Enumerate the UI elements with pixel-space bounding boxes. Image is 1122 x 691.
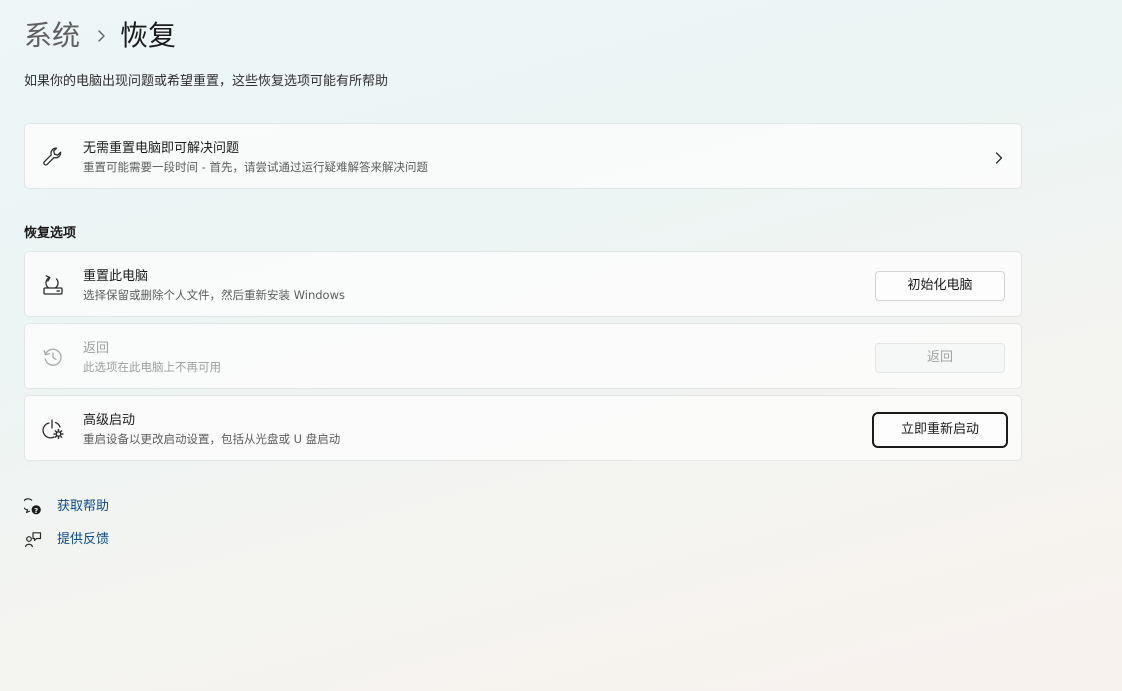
reset-pc-card: 重置此电脑 选择保留或删除个人文件，然后重新安装 Windows 初始化电脑 [24,251,1022,317]
card-description: 重启设备以更改启动设置，包括从光盘或 U 盘启动 [83,432,341,446]
card-description: 重置可能需要一段时间 - 首先，请尝试通过运行疑难解答来解决问题 [83,160,428,174]
restart-now-button[interactable]: 立即重新启动 [872,412,1008,448]
chevron-right-icon [993,150,1005,164]
card-description: 此选项在此电脑上不再可用 [83,360,221,374]
page-subtitle: 如果你的电脑出现问题或希望重置，这些恢复选项可能有所帮助 [24,74,389,89]
breadcrumb-chevron-icon [96,29,106,43]
breadcrumb: 系统 恢复 [24,14,176,58]
get-help-icon: ? [21,498,42,516]
reset-pc-icon [41,273,65,297]
give-feedback-link[interactable]: 提供反馈 [24,530,109,550]
card-title: 高级启动 [83,413,136,428]
card-title: 无需重置电脑即可解决问题 [83,141,240,156]
fix-without-reset-card[interactable]: 无需重置电脑即可解决问题 重置可能需要一段时间 - 首先，请尝试通过运行疑难解答… [24,123,1022,189]
history-icon [41,345,65,369]
go-back-card: 返回 此选项在此电脑上不再可用 返回 [24,323,1022,389]
get-help-link[interactable]: ? 获取帮助 [21,497,109,517]
advanced-startup-icon [41,417,65,441]
advanced-startup-card: 高级启动 重启设备以更改启动设置，包括从光盘或 U 盘启动 立即重新启动 [24,395,1022,461]
get-help-label[interactable]: 获取帮助 [57,497,109,517]
card-description: 选择保留或删除个人文件，然后重新安装 Windows [83,288,345,302]
give-feedback-label[interactable]: 提供反馈 [57,530,109,550]
card-title: 重置此电脑 [83,269,149,284]
card-title: 返回 [83,341,110,356]
wrench-icon [41,145,65,169]
recovery-options-header: 恢复选项 [24,226,77,241]
reset-pc-button[interactable]: 初始化电脑 [875,271,1005,301]
feedback-icon [24,531,42,549]
go-back-button: 返回 [875,343,1005,373]
page-title: 恢复 [120,19,177,52]
breadcrumb-system-link[interactable]: 系统 [24,14,80,58]
svg-text:?: ? [34,507,38,515]
